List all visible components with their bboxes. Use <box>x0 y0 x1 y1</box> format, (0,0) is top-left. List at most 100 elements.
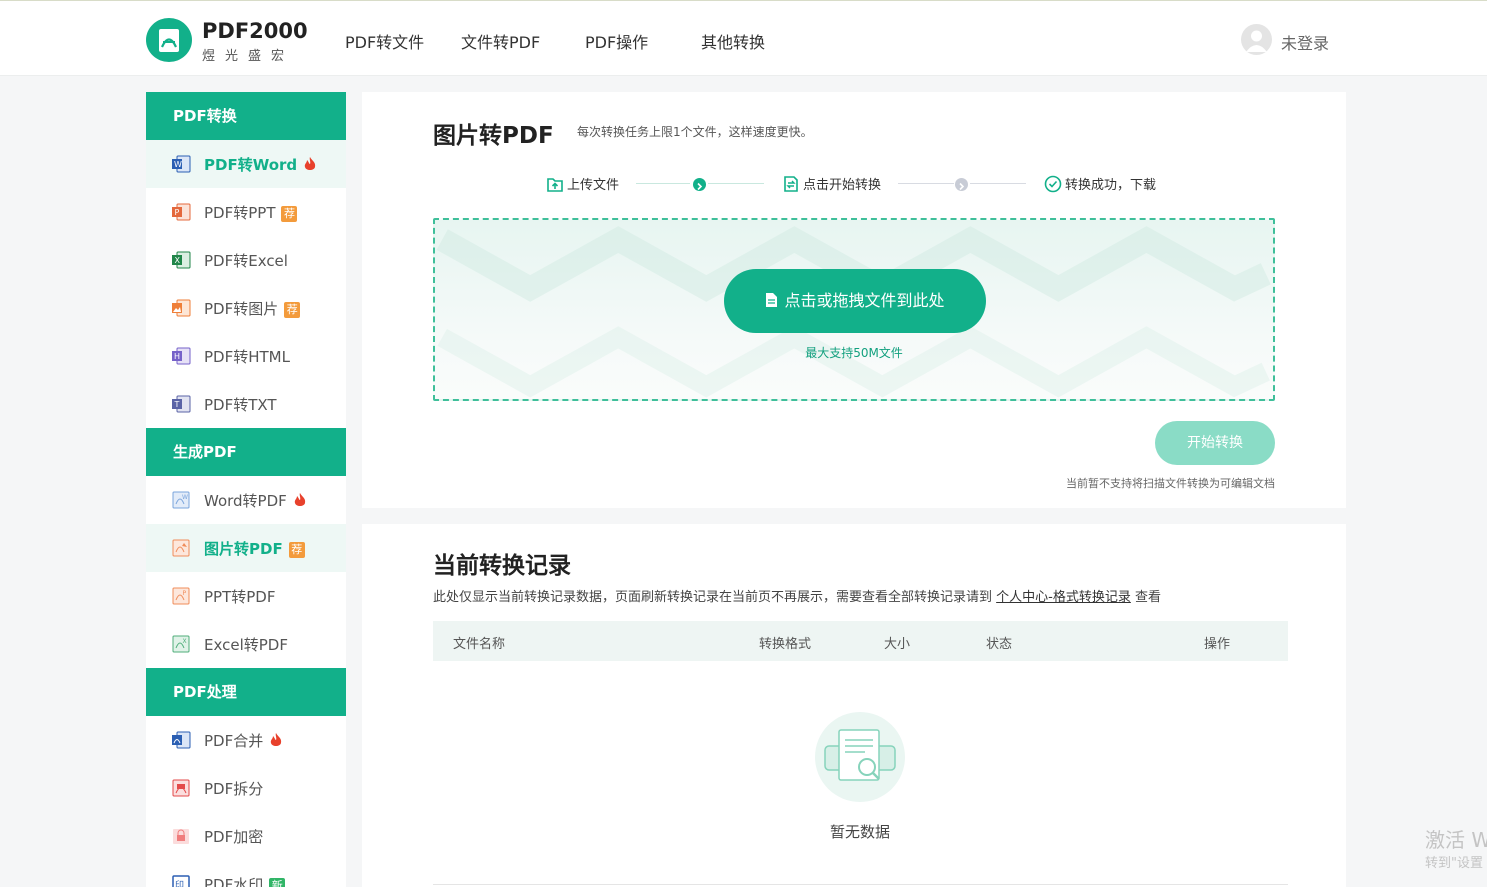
ppt-icon: P <box>171 202 191 222</box>
conversion-panel: 图片转PDF 每次转换任务上限1个文件，这样速度更快。 上传文件 点击开始转换 … <box>362 92 1346 508</box>
sidebar-item-pdf-split[interactable]: PDF拆分 <box>146 764 346 812</box>
svg-text:印: 印 <box>175 879 184 887</box>
split-icon <box>171 778 191 798</box>
sidebar-item-pdf-merge[interactable]: PDF合并 <box>146 716 346 764</box>
sidebar-item-pdf-to-txt[interactable]: T PDF转TXT <box>146 380 346 428</box>
sidebar-item-label: PPT转PDF <box>204 588 276 606</box>
ppt-to-pdf-icon: P <box>171 586 191 606</box>
table-bottom-divider <box>433 884 1288 885</box>
sidebar-item-label: PDF转Excel <box>204 252 288 270</box>
sidebar-group-pdf-process: PDF处理 <box>146 668 346 716</box>
col-size: 大小 <box>884 637 911 652</box>
step-arrow-active-icon <box>693 178 706 191</box>
nav-other-conversions[interactable]: 其他转换 <box>701 29 765 53</box>
max-size-note: 最大支持50M文件 <box>805 346 903 360</box>
sidebar-item-label: PDF转Word <box>204 156 298 174</box>
personal-center-link[interactable]: 个人中心-格式转换记录 <box>996 590 1131 605</box>
sidebar-item-label: PDF水印 <box>204 876 264 887</box>
watermark-icon: 印 <box>171 874 191 887</box>
convert-file-icon <box>784 176 798 192</box>
sidebar-group-pdf-convert: PDF转换 <box>146 92 346 140</box>
step-download: 转换成功，下载 <box>1044 174 1156 193</box>
col-file-name: 文件名称 <box>453 637 506 652</box>
document-icon <box>766 293 778 307</box>
step-upload: 上传文件 <box>546 174 619 193</box>
records-title: 当前转换记录 <box>433 553 571 579</box>
sidebar-item-pdf-encrypt[interactable]: PDF加密 <box>146 812 346 860</box>
step-connector <box>636 183 690 184</box>
sidebar-item-pdf-to-word[interactable]: W PDF转Word <box>146 140 346 188</box>
hot-fire-icon <box>294 493 305 506</box>
records-panel: 当前转换记录 此处仅显示当前转换记录数据，页面刷新转换记录在当前页不再展示，需要… <box>362 524 1346 887</box>
svg-text:T: T <box>174 400 180 409</box>
lock-icon <box>171 826 191 846</box>
sidebar-item-ppt-to-pdf[interactable]: P PPT转PDF <box>146 572 346 620</box>
recommend-badge: 荐 <box>284 302 301 318</box>
file-drop-zone[interactable]: 点击或拖拽文件到此处 最大支持50M文件 <box>433 218 1275 401</box>
col-format: 转换格式 <box>759 637 812 652</box>
col-status: 状态 <box>986 637 1013 652</box>
sidebar-item-label: PDF转HTML <box>204 348 290 366</box>
col-actions: 操作 <box>1204 637 1231 652</box>
step-start-convert: 点击开始转换 <box>782 174 881 193</box>
sidebar-item-label: PDF加密 <box>204 828 264 846</box>
sidebar-item-word-to-pdf[interactable]: W Word转PDF <box>146 476 346 524</box>
html-icon: H <box>171 346 191 366</box>
sidebar-item-image-to-pdf[interactable]: 图片转PDF 荐 <box>146 524 346 572</box>
nav-pdf-operations[interactable]: PDF操作 <box>585 29 648 53</box>
svg-text:X: X <box>175 256 181 265</box>
start-convert-button[interactable]: 开始转换 <box>1155 421 1275 465</box>
upload-file-button[interactable]: 点击或拖拽文件到此处 <box>724 269 986 333</box>
step-label: 转换成功，下载 <box>1065 178 1157 193</box>
sidebar-item-excel-to-pdf[interactable]: X Excel转PDF <box>146 620 346 668</box>
nav-file-to-pdf[interactable]: 文件转PDF <box>461 29 540 53</box>
merge-icon <box>171 730 191 750</box>
sidebar-item-label: PDF合并 <box>204 732 264 750</box>
scan-unsupported-note: 当前暂不支持将扫描文件转换为可编辑文档 <box>1066 477 1275 490</box>
svg-text:P: P <box>175 208 180 217</box>
svg-text:X: X <box>183 638 187 645</box>
txt-icon: T <box>171 394 191 414</box>
excel-to-pdf-icon: X <box>171 634 191 654</box>
brand-subtitle: 煜光盛宏 <box>202 49 295 64</box>
sidebar-item-pdf-watermark[interactable]: 印 PDF水印新 <box>146 860 346 887</box>
brand-logo[interactable] <box>146 18 192 62</box>
new-badge: 新 <box>269 878 286 887</box>
svg-text:P: P <box>183 590 187 597</box>
sidebar-item-pdf-to-excel[interactable]: X PDF转Excel <box>146 236 346 284</box>
step-label: 上传文件 <box>567 178 620 193</box>
step-connector <box>898 183 954 184</box>
step-label: 点击开始转换 <box>803 178 882 193</box>
brand-name: PDF2000 <box>202 19 308 43</box>
hot-fire-icon <box>304 157 316 170</box>
recommend-badge: 荐 <box>288 542 305 558</box>
page-title: 图片转PDF <box>433 123 554 149</box>
records-desc-suffix: 查看 <box>1135 590 1162 605</box>
step-connector <box>970 183 1026 184</box>
empty-data-text: 暂无数据 <box>829 823 890 841</box>
svg-text:H: H <box>174 352 180 361</box>
login-label[interactable]: 未登录 <box>1281 30 1329 54</box>
sidebar-item-pdf-to-image[interactable]: PDF转图片荐 <box>146 284 346 332</box>
records-description: 此处仅显示当前转换记录数据，页面刷新转换记录在当前页不再展示，需要查看全部转换记… <box>433 586 1161 605</box>
sidebar-item-label: PDF转PPT <box>204 204 276 222</box>
sidebar-item-pdf-to-ppt[interactable]: P PDF转PPT 荐 <box>146 188 346 236</box>
windows-activation-subtext: 转到"设置 <box>1425 856 1483 871</box>
avatar-icon[interactable] <box>1241 24 1272 55</box>
excel-icon: X <box>171 250 191 270</box>
sidebar-group-create-pdf: 生成PDF <box>146 428 346 476</box>
windows-activation-watermark: 激活 W <box>1425 828 1487 852</box>
records-table-header: 文件名称 转换格式 大小 状态 操作 <box>433 621 1288 661</box>
sidebar-item-pdf-to-html[interactable]: H PDF转HTML <box>146 332 346 380</box>
image-to-pdf-icon <box>171 538 191 558</box>
image-icon <box>171 298 191 318</box>
upload-file-icon <box>547 178 563 192</box>
check-circle-icon <box>1044 175 1062 193</box>
sidebar-item-label: PDF转图片 <box>204 300 279 318</box>
sidebar-item-label: PDF转TXT <box>204 396 277 414</box>
nav-pdf-to-file[interactable]: PDF转文件 <box>345 29 424 53</box>
word-to-pdf-icon: W <box>171 490 191 510</box>
top-header: PDF2000 煜光盛宏 PDF转文件 文件转PDF PDF操作 其他转换 未登… <box>0 0 1487 76</box>
sidebar-item-label: 图片转PDF <box>204 540 283 558</box>
sidebar: PDF转换 W PDF转Word P PDF转PPT 荐 X PDF转Excel … <box>146 92 346 887</box>
